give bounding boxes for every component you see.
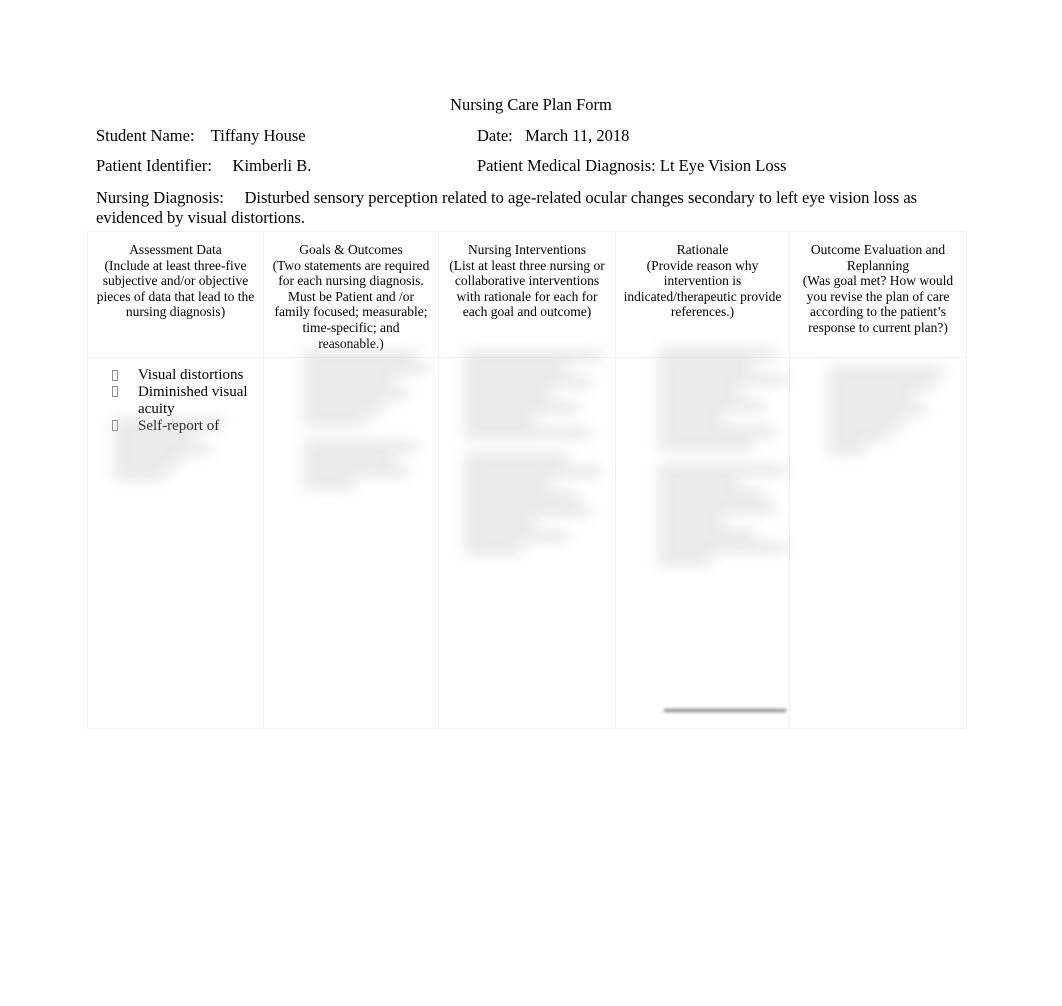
column-header-rationale: Rationale (Provide reason why interventi…: [615, 230, 790, 359]
column-header-subtitle: (Was goal met? How would you revise the …: [802, 273, 954, 335]
assessment-data-list: Visual distortions Diminished visual acu…: [92, 367, 259, 434]
student-name-group: Student Name: Tiffany House: [96, 126, 306, 146]
medical-diagnosis-group: Patient Medical Diagnosis: Lt Eye Vision…: [477, 156, 786, 176]
list-item: Self-report of: [110, 418, 255, 435]
date-group: Date: March 11, 2018: [477, 126, 629, 146]
column-header-subtitle: (List at least three nursing or collabor…: [449, 257, 605, 320]
meta-row-student-date: Student Name: Tiffany House Date: March …: [96, 126, 976, 146]
table-body-row: Visual distortions Diminished visual acu…: [87, 357, 967, 730]
patient-identifier-group: Patient Identifier: Kimberli B.: [96, 156, 311, 176]
cell-nursing-interventions[interactable]: [438, 357, 616, 730]
column-header-nursing-interventions: Nursing Interventions (List at least thr…: [438, 230, 616, 359]
column-header-outcome-evaluation: Outcome Evaluation and Replanning (Was g…: [789, 230, 967, 359]
list-item: Diminished visual acuity: [110, 384, 255, 418]
medical-diagnosis-value: Lt Eye Vision Loss: [659, 156, 787, 175]
date-label: Date:: [477, 126, 513, 145]
bullet-missing-glyph-icon: [112, 420, 118, 432]
column-header-goals-outcomes: Goals & Outcomes (Two statements are req…: [263, 230, 439, 359]
page-title: Nursing Care Plan Form: [450, 95, 612, 114]
bullet-missing-glyph-icon: [112, 386, 118, 398]
medical-diagnosis-label: Patient Medical Diagnosis:: [477, 156, 656, 175]
nursing-diagnosis-label: Nursing Diagnosis:: [96, 188, 224, 207]
care-plan-table: Assessment Data (Include at least three-…: [87, 230, 967, 730]
table-header-row: Assessment Data (Include at least three-…: [87, 230, 967, 359]
cell-assessment-data[interactable]: Visual distortions Diminished visual acu…: [87, 357, 264, 730]
student-name-value: Tiffany House: [210, 126, 306, 145]
meta-row-patient-diagnosis: Patient Identifier: Kimberli B. Patient …: [96, 156, 976, 176]
column-header-title: Nursing Interventions: [467, 242, 587, 257]
list-item-label: Self-report of: [138, 417, 220, 434]
cell-outcome-evaluation[interactable]: [789, 357, 967, 730]
bullet-missing-glyph-icon: [112, 369, 118, 381]
cell-goals-outcomes[interactable]: [263, 357, 439, 730]
redacted-underline-rule: [664, 709, 786, 712]
student-name-label: Student Name:: [96, 126, 195, 145]
date-value: March 11, 2018: [525, 126, 630, 145]
list-item-label: Diminished visual acuity: [138, 383, 248, 417]
patient-identifier-value: Kimberli B.: [232, 156, 312, 175]
column-header-title: Assessment Data: [129, 242, 222, 257]
column-header-title: Outcome Evaluation and Replanning: [810, 242, 946, 273]
column-header-title: Goals & Outcomes: [299, 242, 403, 257]
column-header-subtitle: (Provide reason why intervention is indi…: [623, 257, 782, 320]
document-page: Nursing Care Plan Form Student Name: Tif…: [0, 0, 1062, 1006]
column-header-subtitle: (Include at least three-five subjective …: [96, 257, 255, 320]
column-header-assessment-data: Assessment Data (Include at least three-…: [87, 230, 264, 359]
nursing-diagnosis-block: Nursing Diagnosis: Disturbed sensory per…: [96, 188, 956, 228]
list-item: Visual distortions: [110, 367, 255, 384]
patient-identifier-label: Patient Identifier:: [96, 156, 212, 175]
list-item-label: Visual distortions: [138, 367, 244, 384]
column-header-subtitle: (Two statements are required for each nu…: [272, 257, 430, 351]
cell-rationale[interactable]: [615, 357, 790, 730]
column-header-title: Rationale: [676, 242, 729, 257]
